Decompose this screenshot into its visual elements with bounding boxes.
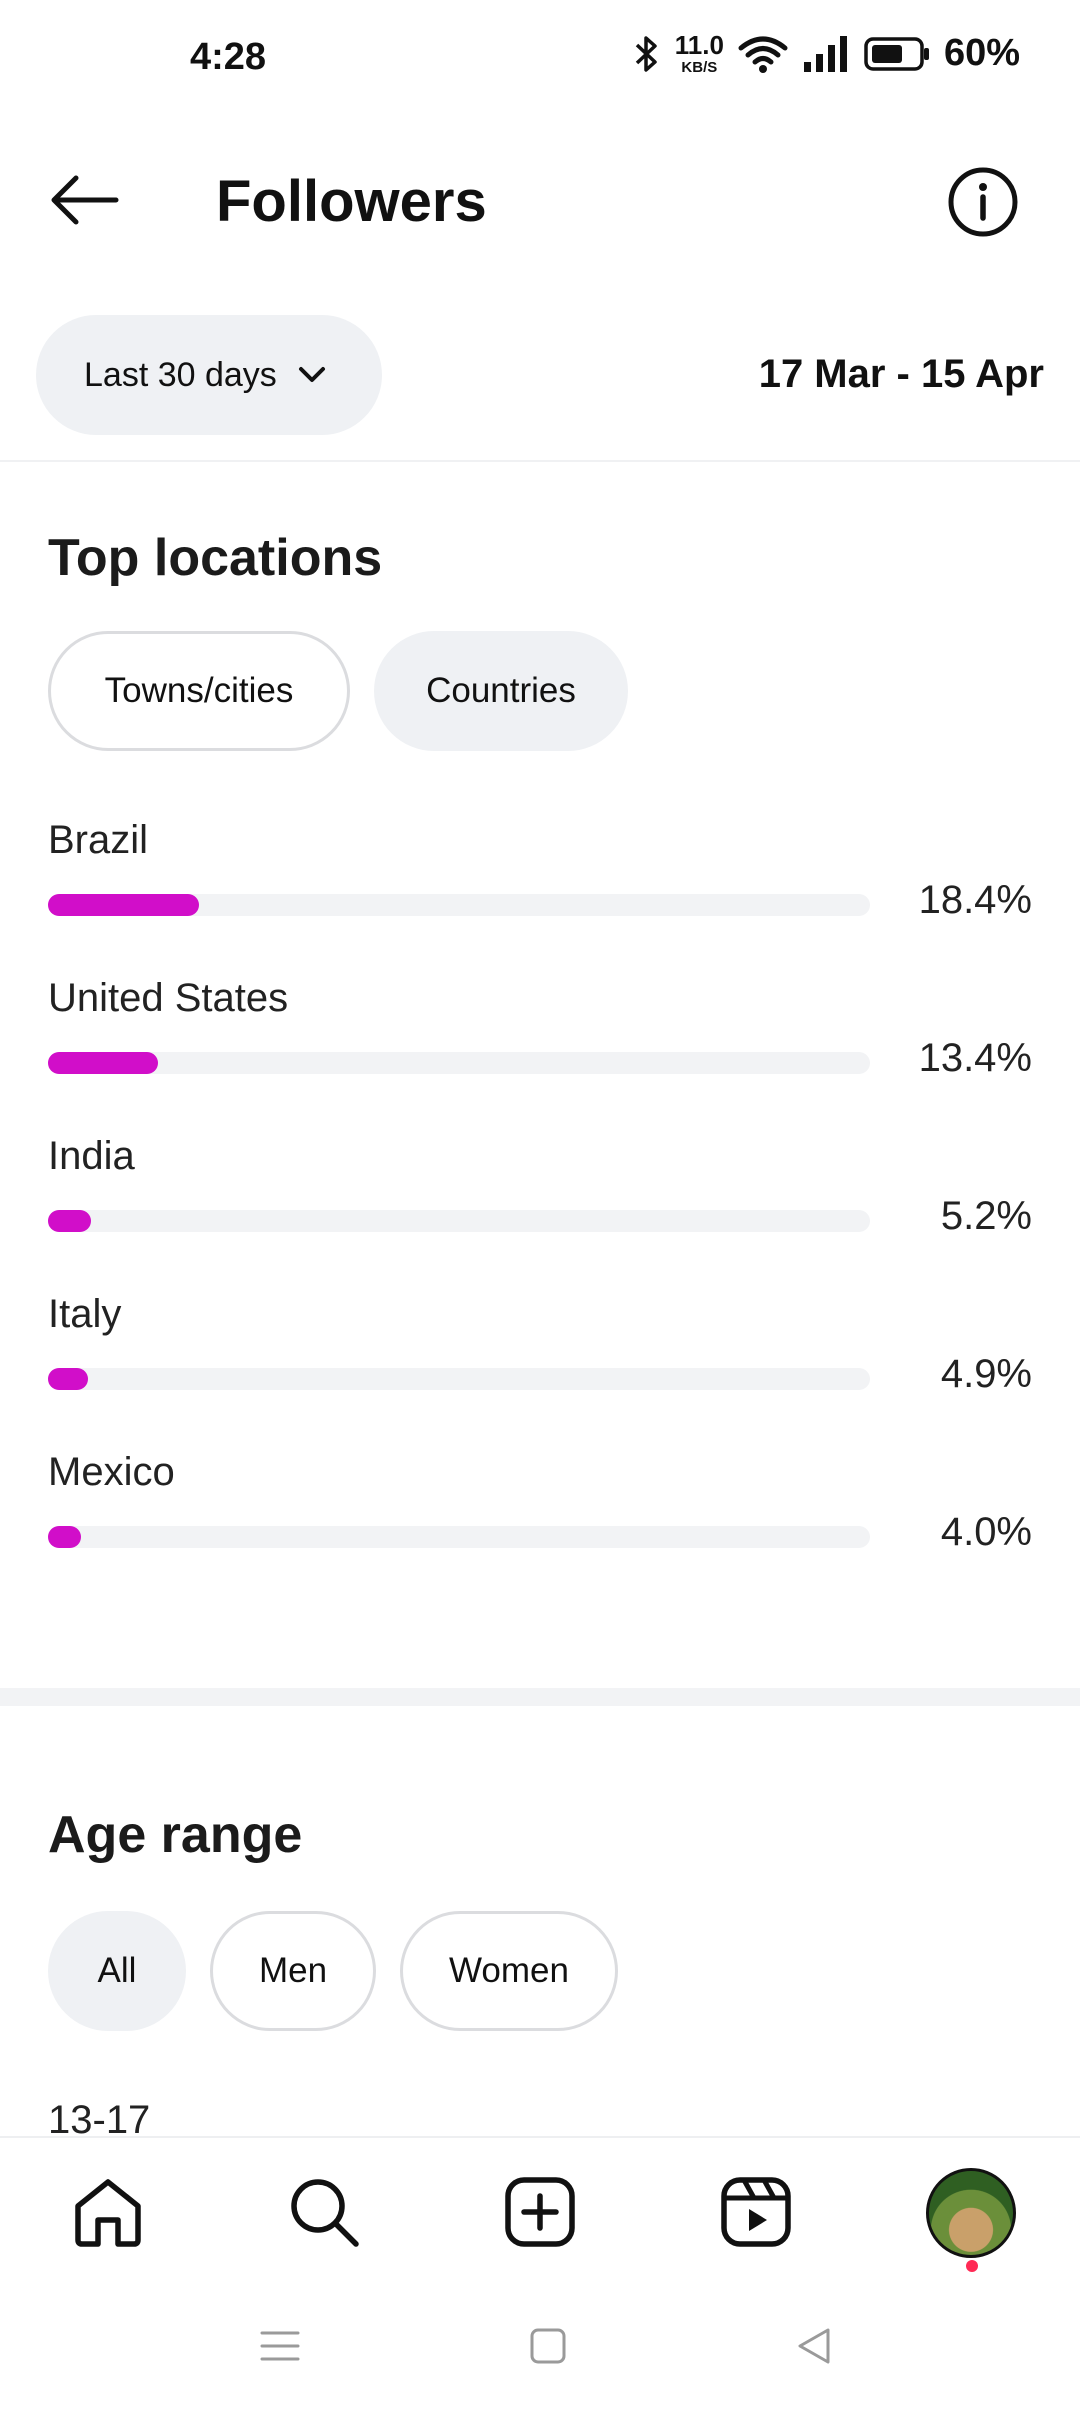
nav-home[interactable] (70, 2174, 146, 2250)
tab-women[interactable]: Women (400, 1911, 618, 2031)
status-icons: 11.0 KB/S 60% (633, 32, 1020, 75)
back-button[interactable] (46, 170, 122, 230)
location-name: United States (48, 976, 289, 1020)
cellular-signal-icon (802, 34, 850, 74)
location-row: Italy 4.9% (48, 1292, 1048, 1442)
tab-countries[interactable]: Countries (374, 631, 628, 751)
location-name: India (48, 1134, 135, 1178)
location-row: Brazil 18.4% (48, 818, 1048, 968)
location-row: United States 13.4% (48, 976, 1048, 1126)
system-nav-bar (0, 2284, 1080, 2412)
location-bar-fill (48, 1052, 158, 1074)
location-name: Brazil (48, 818, 149, 862)
chevron-down-icon (298, 367, 325, 382)
create-icon (505, 2177, 575, 2247)
profile-avatar[interactable] (926, 2168, 1016, 2258)
location-row: Mexico 4.0% (48, 1450, 1048, 1600)
tab-towns-cities[interactable]: Towns/cities (48, 631, 350, 751)
location-bar-fill (48, 1526, 81, 1548)
followers-screen: 4:28 11.0 KB/S 60% Followers Last 30 day… (0, 0, 1080, 2412)
home-icon (75, 2179, 141, 2247)
reels-icon (721, 2177, 791, 2247)
status-time: 4:28 (190, 36, 267, 78)
location-name: Italy (48, 1292, 122, 1336)
info-button[interactable] (946, 165, 1020, 239)
location-bar-track (48, 1052, 870, 1074)
triangle-back-icon (798, 2328, 830, 2364)
location-percent: 5.2% (940, 1194, 1032, 1238)
location-bar-track (48, 1368, 870, 1390)
system-home-button[interactable] (526, 2324, 570, 2368)
tab-label: Countries (426, 671, 576, 710)
tab-label: All (97, 1951, 137, 1990)
bluetooth-icon (633, 34, 661, 74)
date-range-dropdown-label: Last 30 days (84, 355, 277, 394)
age-range-title: Age range (48, 1806, 303, 1864)
nav-create[interactable] (502, 2174, 578, 2250)
arrow-left-icon (51, 175, 119, 225)
date-range-dropdown[interactable]: Last 30 days (36, 315, 382, 435)
square-icon (530, 2328, 566, 2364)
network-speed-value: 11.0 (674, 30, 724, 60)
nav-reels[interactable] (718, 2174, 794, 2250)
network-speed: 11.0 KB/S (675, 32, 724, 75)
section-divider (0, 1688, 1080, 1706)
info-icon (948, 167, 1018, 237)
header: Followers (0, 140, 1080, 270)
system-menu-button[interactable] (258, 2324, 302, 2368)
location-percent: 18.4% (918, 878, 1032, 922)
location-name: Mexico (48, 1450, 175, 1494)
tab-label: Men (258, 1951, 328, 1990)
page-title: Followers (216, 169, 487, 234)
status-bar: 4:28 11.0 KB/S 60% (0, 0, 1080, 120)
location-bar-track (48, 894, 870, 916)
location-bar-fill (48, 1210, 91, 1232)
menu-icon (260, 2331, 300, 2361)
date-range-text: 17 Mar - 15 Apr (758, 352, 1044, 396)
wifi-icon (738, 34, 788, 74)
tab-label: Women (449, 1951, 569, 1990)
location-percent: 4.0% (940, 1510, 1032, 1554)
tab-all[interactable]: All (48, 1911, 186, 2031)
top-locations-title: Top locations (48, 529, 383, 587)
location-bar-track (48, 1210, 870, 1232)
tab-men[interactable]: Men (210, 1911, 376, 2031)
location-bar-fill (48, 1368, 88, 1390)
location-percent: 4.9% (940, 1352, 1032, 1396)
bottom-nav (0, 2136, 1080, 2284)
battery-icon (864, 36, 930, 72)
location-row: India 5.2% (48, 1134, 1048, 1284)
location-percent: 13.4% (918, 1036, 1032, 1080)
tab-label: Towns/cities (104, 671, 294, 710)
divider (0, 460, 1080, 462)
search-icon (291, 2179, 359, 2247)
battery-percent: 60% (943, 32, 1020, 74)
nav-search[interactable] (286, 2174, 362, 2250)
network-speed-unit: KB/S (681, 59, 718, 76)
notification-dot (966, 2260, 978, 2272)
location-bar-track (48, 1526, 870, 1548)
system-back-button[interactable] (792, 2324, 836, 2368)
location-bar-fill (48, 894, 199, 916)
